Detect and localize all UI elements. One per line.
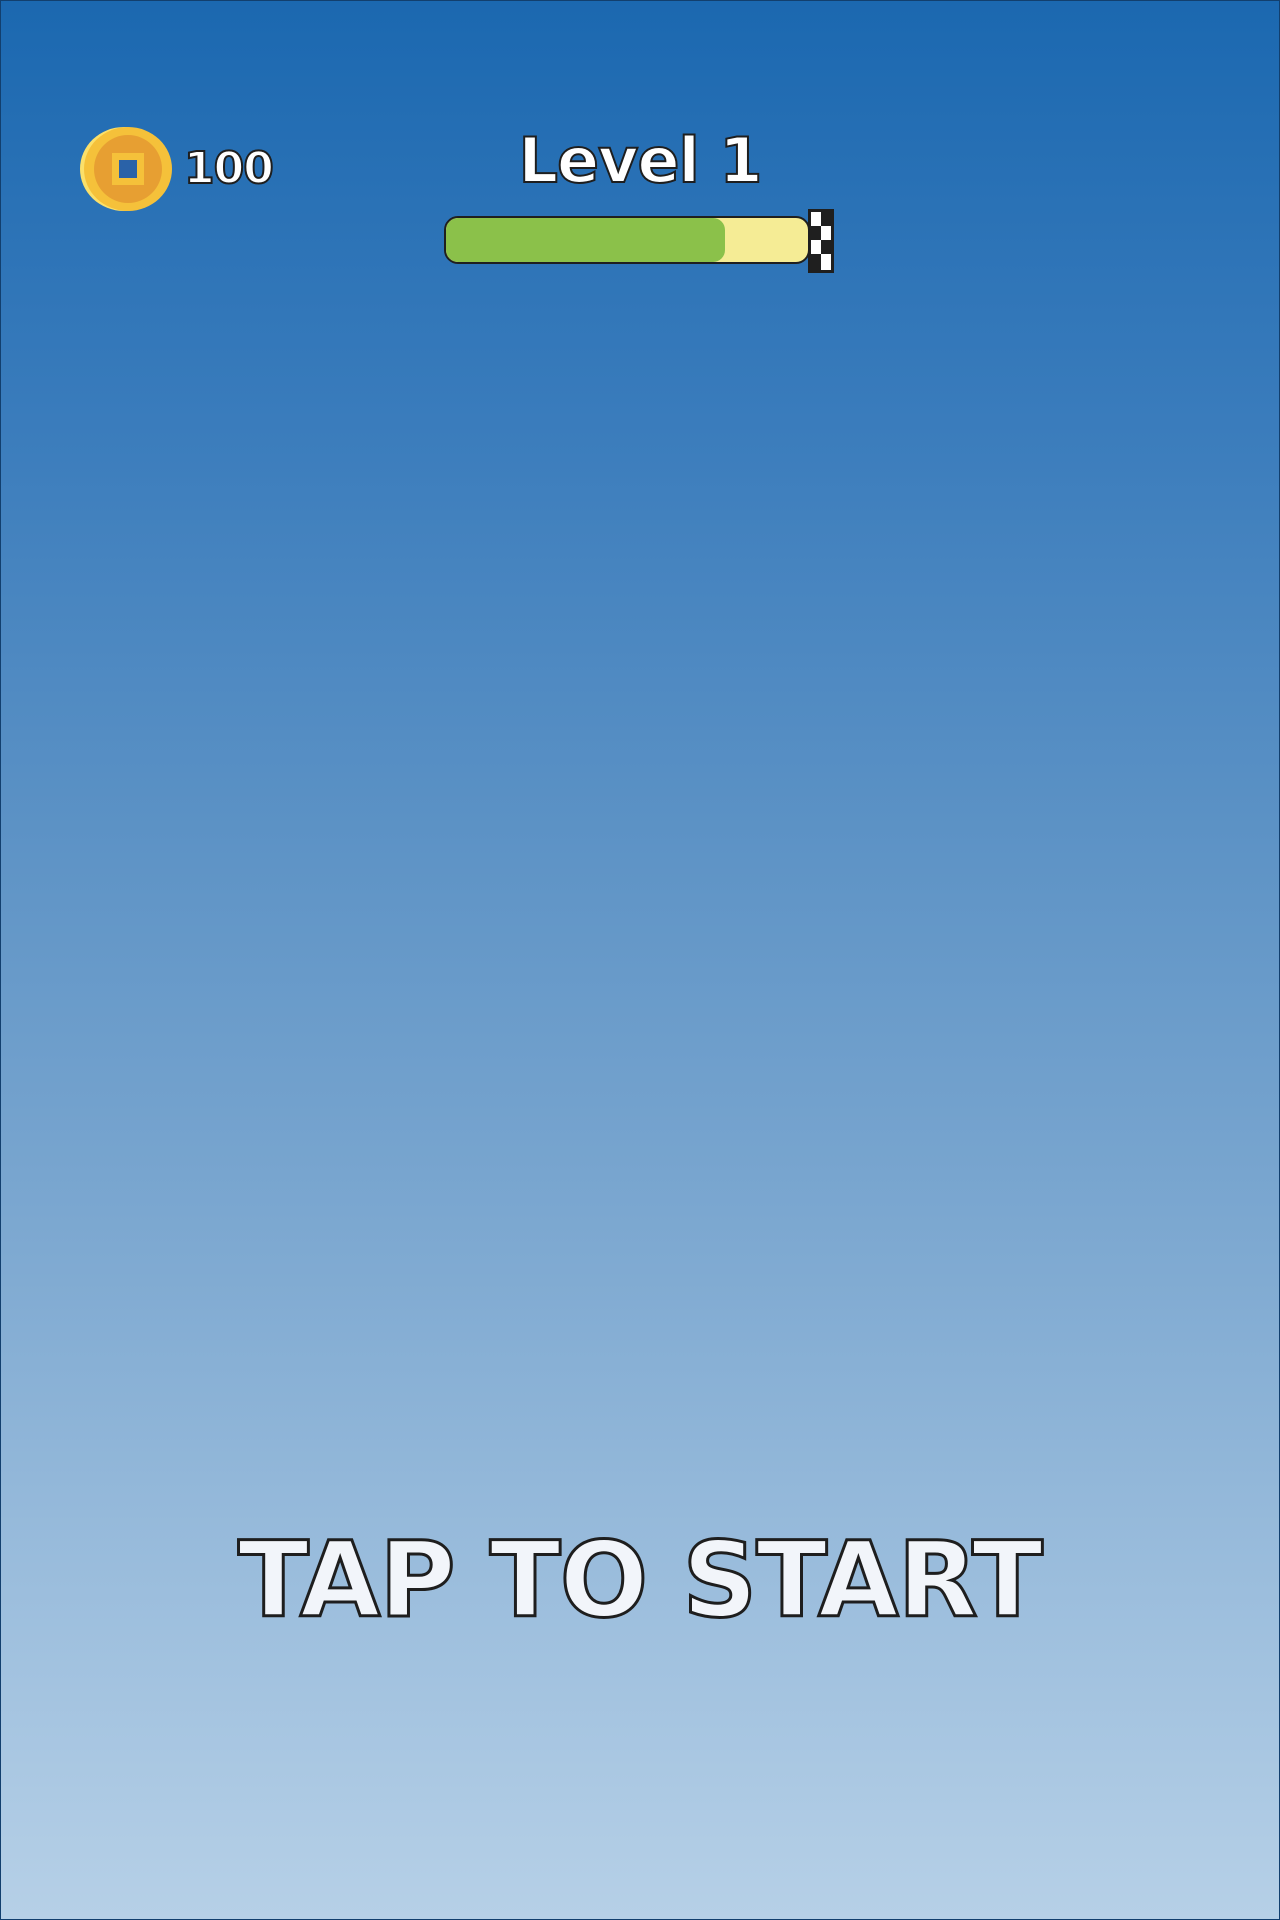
gold-coin-icon xyxy=(80,127,172,211)
coin-counter: 100 xyxy=(78,124,275,214)
tap-to-start-prompt[interactable]: TAP TO START xyxy=(0,1527,1280,1634)
coin-amount: 100 xyxy=(183,143,275,194)
checkered-flag-icon xyxy=(808,209,834,273)
level-title: Level 1 xyxy=(518,124,764,197)
level-progress-fill xyxy=(446,218,725,262)
level-progress-bar xyxy=(444,216,810,264)
